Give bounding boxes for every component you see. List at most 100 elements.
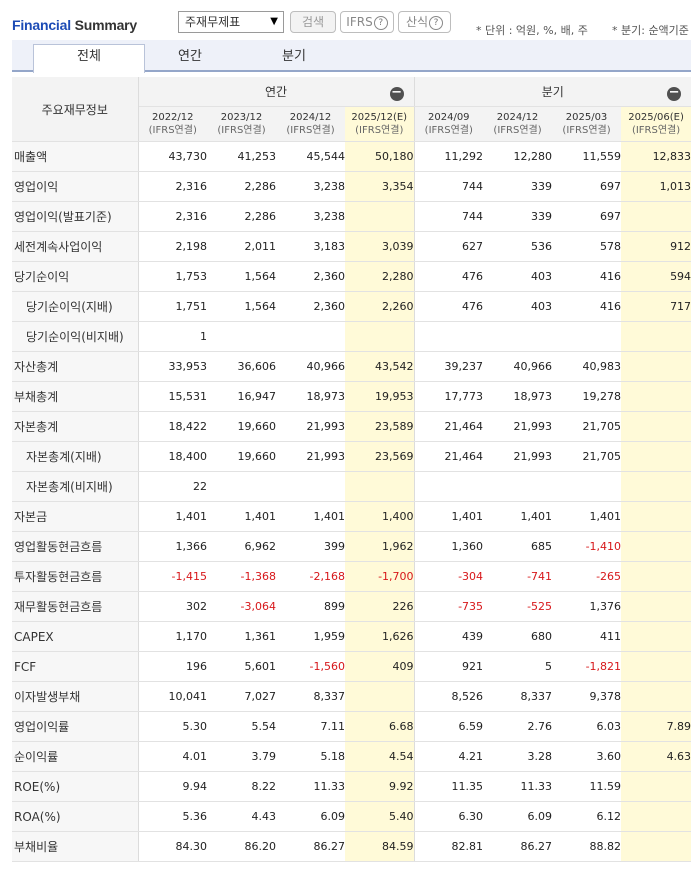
table-row: 영업이익률 5.30 5.54 7.11 6.68 6.59 2.76 6.03 7.89 <box>12 711 691 742</box>
value-cell: 4.01 <box>138 741 207 772</box>
row-label: ROA(%) <box>12 801 139 832</box>
tab-bar: 전체 연간 분기 <box>12 40 691 73</box>
table-row: 자본총계(비지배) 22 <box>12 471 691 502</box>
period-header[interactable]: 2024/09 (IFRS연결) <box>414 106 484 142</box>
value-cell: 685 <box>483 531 553 562</box>
period-header[interactable]: 2025/06(E) (IFRS연결) <box>621 106 691 142</box>
period-date: 2024/12 <box>289 112 332 123</box>
value-cell <box>621 321 691 352</box>
value-cell: 88.82 <box>552 831 622 862</box>
quarter-basis-note: * 분기: 순액기준 <box>612 24 689 37</box>
row-label: 이자발생부채 <box>12 681 139 712</box>
row-label: 재무활동현금흐름 <box>12 591 139 622</box>
collapse-annual-icon[interactable]: − <box>389 86 404 101</box>
value-cell <box>621 471 691 502</box>
value-cell: 4.21 <box>414 741 484 772</box>
statement-select[interactable]: 주재무제표 ▼ <box>178 11 284 33</box>
value-cell: 8.22 <box>207 771 276 802</box>
value-cell: 5.36 <box>138 801 207 832</box>
value-cell: -1,700 <box>345 561 415 592</box>
ifrs-button[interactable]: IFRS? <box>340 11 394 33</box>
value-cell <box>621 561 691 592</box>
value-cell <box>621 381 691 412</box>
chevron-down-icon: ▼ <box>270 16 278 27</box>
value-cell: 50,180 <box>345 141 415 172</box>
value-cell <box>621 441 691 472</box>
table-row: 영업이익 2,316 2,286 3,238 3,354 744 339 697 1,013 <box>12 171 691 202</box>
value-cell: 6.09 <box>483 801 553 832</box>
value-cell: 578 <box>552 231 622 262</box>
value-cell: 33,953 <box>138 351 207 382</box>
value-cell: 1,962 <box>345 531 415 562</box>
value-cell <box>207 321 276 352</box>
value-cell <box>414 471 484 502</box>
period-header[interactable]: 2022/12 (IFRS연결) <box>138 106 207 142</box>
value-cell: 1,564 <box>207 261 276 292</box>
value-cell: 21,705 <box>552 411 622 442</box>
value-cell: 36,606 <box>207 351 276 382</box>
formula-button[interactable]: 산식? <box>398 11 451 33</box>
value-cell: -1,821 <box>552 651 622 682</box>
value-cell <box>621 411 691 442</box>
table-row: 매출액 43,730 41,253 45,544 50,180 11,292 12,280 1… <box>12 141 691 172</box>
value-cell: -2,168 <box>276 561 345 592</box>
value-cell: 21,993 <box>276 441 345 472</box>
value-cell: 9,378 <box>552 681 622 712</box>
value-cell: 5.18 <box>276 741 345 772</box>
table-row: 이자발생부채 10,041 7,027 8,337 8,526 8,337 9,378 <box>12 681 691 712</box>
period-header[interactable]: 2023/12 (IFRS연결) <box>207 106 276 142</box>
value-cell: 21,993 <box>483 441 553 472</box>
tab-quarterly[interactable]: 분기 <box>264 45 324 72</box>
value-cell: 2,011 <box>207 231 276 262</box>
value-cell: 6,962 <box>207 531 276 562</box>
value-cell: 439 <box>414 621 484 652</box>
value-cell: 3,354 <box>345 171 415 202</box>
value-cell: 196 <box>138 651 207 682</box>
value-cell: 84.59 <box>345 831 415 862</box>
value-cell: 21,464 <box>414 441 484 472</box>
value-cell: 403 <box>483 261 553 292</box>
value-cell: 1,401 <box>207 501 276 532</box>
value-cell: 10,041 <box>138 681 207 712</box>
tab-annual[interactable]: 연간 <box>160 45 220 72</box>
search-button[interactable]: 검색 <box>290 11 336 33</box>
value-cell: 339 <box>483 171 553 202</box>
value-cell: 2,360 <box>276 291 345 322</box>
value-cell: 1,170 <box>138 621 207 652</box>
value-cell: 1,013 <box>621 171 691 202</box>
period-header[interactable]: 2024/12 (IFRS연결) <box>483 106 553 142</box>
value-cell: -3,064 <box>207 591 276 622</box>
collapse-quarterly-icon[interactable]: − <box>667 86 682 101</box>
value-cell <box>621 801 691 832</box>
value-cell: -525 <box>483 591 553 622</box>
row-label: 부채총계 <box>12 381 139 412</box>
value-cell: 4.43 <box>207 801 276 832</box>
period-header[interactable]: 2024/12 (IFRS연결) <box>276 106 345 142</box>
value-cell: 7.89 <box>621 711 691 742</box>
value-cell: 18,973 <box>276 381 345 412</box>
value-cell <box>207 471 276 502</box>
value-cell: 9.92 <box>345 771 415 802</box>
row-label: ROE(%) <box>12 771 139 802</box>
value-cell: 23,589 <box>345 411 415 442</box>
financial-summary-table: 주요재무정보 연간 − 분기 − 2022/12 (IFRS연결) 2023/12 (… <box>12 77 691 862</box>
formula-button-label: 산식 <box>405 15 429 29</box>
ifrs-button-label: IFRS <box>346 15 373 29</box>
value-cell: 39,237 <box>414 351 484 382</box>
period-header[interactable]: 2025/03 (IFRS연결) <box>552 106 622 142</box>
row-header-label: 주요재무정보 <box>12 77 139 142</box>
value-cell: 3,039 <box>345 231 415 262</box>
table-row: 순이익률 4.01 3.79 5.18 4.54 4.21 3.28 3.60 4.63 <box>12 741 691 772</box>
tab-all[interactable]: 전체 <box>33 44 145 73</box>
period-basis: (IFRS연결) <box>493 125 542 136</box>
period-header[interactable]: 2025/12(E) (IFRS연결) <box>345 106 415 142</box>
value-cell <box>345 201 415 232</box>
table-row: 자본총계 18,422 19,660 21,993 23,589 21,464 21,993… <box>12 411 691 442</box>
value-cell: 86.27 <box>276 831 345 862</box>
value-cell: 40,966 <box>483 351 553 382</box>
value-cell: 5.54 <box>207 711 276 742</box>
group-annual: 연간 − <box>138 77 415 107</box>
value-cell: 3.28 <box>483 741 553 772</box>
row-label: 자산총계 <box>12 351 139 382</box>
value-cell <box>483 471 553 502</box>
